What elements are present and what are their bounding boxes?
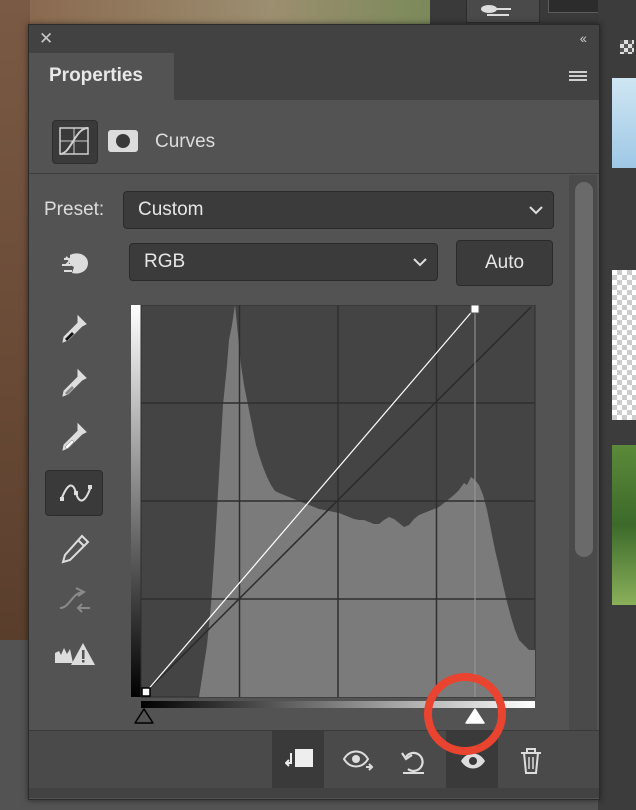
gray-point-eyedropper-icon [62, 368, 87, 397]
delete-adjustment-icon [521, 748, 541, 774]
edit-points-tool[interactable] [45, 470, 103, 516]
background-photo-left [0, 0, 30, 640]
delete-adjustment-button[interactable] [505, 731, 557, 789]
white-point-eyedropper[interactable] [45, 413, 103, 459]
toggle-visibility-button[interactable] [446, 731, 498, 789]
layer-mask-icon[interactable] [107, 129, 139, 153]
black-input-slider[interactable] [134, 708, 154, 724]
properties-panel: ✕ ‹‹ Properties Curves Preset: Custom RG… [28, 24, 600, 800]
panel-titlebar[interactable]: ✕ ‹‹ [29, 25, 599, 53]
preset-label: Preset: [44, 199, 105, 220]
tab-properties[interactable]: Properties [29, 53, 174, 100]
layer-thumbnail-foliage[interactable] [612, 445, 636, 605]
view-previous-state-button[interactable] [329, 731, 381, 789]
clip-to-layer-button[interactable] [272, 731, 324, 789]
reset-adjustment-icon [401, 751, 424, 774]
panel-tab-row: Properties [29, 53, 599, 100]
curves-graph[interactable] [129, 305, 539, 725]
preset-value: Custom [138, 199, 204, 220]
smooth-curve-icon [59, 587, 90, 613]
collapse-panel-icon[interactable]: ‹‹ [580, 30, 587, 46]
on-image-adjustment-hand-icon [62, 253, 88, 274]
black-point-eyedropper-icon [62, 314, 87, 343]
channel-dropdown[interactable]: RGB [129, 243, 438, 281]
edit-points-curve-icon [60, 484, 92, 502]
brush-icon [481, 5, 511, 16]
curve-point-black[interactable] [141, 687, 151, 697]
chevron-down-icon [413, 258, 427, 267]
panel-menu-icon[interactable] [569, 71, 587, 83]
pencil-draw-icon [61, 534, 90, 564]
panel-bottom-bar [29, 730, 599, 789]
black-point-eyedropper[interactable] [45, 305, 103, 351]
chevron-down-icon [529, 206, 543, 215]
auto-button[interactable]: Auto [456, 240, 553, 286]
gray-point-eyedropper[interactable] [45, 359, 103, 405]
background-photo-top [30, 0, 430, 24]
layer-thumbnail-transparent[interactable] [612, 270, 636, 420]
output-gradient-bar [131, 305, 141, 697]
clip-to-layer-icon [285, 749, 313, 767]
adjustment-title: Curves [155, 131, 216, 152]
reset-adjustment-button[interactable] [387, 731, 439, 789]
clipping-warning-icon [55, 643, 95, 665]
toggle-visibility-icon [461, 753, 485, 769]
view-previous-state-icon [342, 750, 374, 771]
layer-thumbnail-sky[interactable] [612, 78, 636, 168]
brush-tool-button[interactable] [466, 0, 540, 23]
curve-point-highlight[interactable] [470, 305, 480, 314]
divider [29, 173, 599, 174]
input-gradient-bar [141, 701, 535, 708]
channel-value: RGB [144, 251, 186, 272]
on-image-adjustment-tool[interactable] [45, 240, 103, 286]
white-point-eyedropper-icon [62, 422, 87, 451]
curves-adjustment-icon[interactable] [52, 120, 98, 164]
pencil-tool[interactable] [45, 525, 103, 571]
auto-button-label: Auto [484, 252, 525, 273]
smooth-curve-tool[interactable] [45, 577, 103, 623]
panel-resize-grip[interactable] [29, 788, 599, 798]
scrollbar-thumb[interactable] [575, 182, 593, 557]
white-input-slider[interactable] [465, 708, 485, 724]
tab-properties-label: Properties [49, 65, 143, 86]
close-icon[interactable]: ✕ [39, 29, 53, 49]
clipping-warning-tool[interactable] [45, 632, 103, 678]
preset-dropdown[interactable]: Custom [123, 191, 554, 229]
transparency-icon [620, 40, 634, 54]
